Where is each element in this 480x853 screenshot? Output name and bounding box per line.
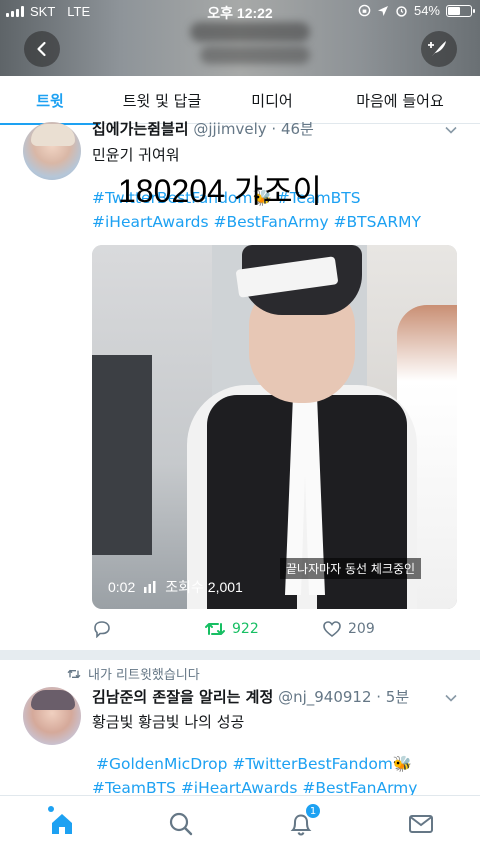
mail-icon [409, 815, 433, 833]
bottom-navigation: 1 [0, 795, 480, 853]
video-info: 0:02 조회수 2,001 [108, 577, 243, 597]
tab-tweets-and-replies[interactable]: 트윗 및 답글 [100, 76, 224, 124]
tab-likes[interactable]: 마음에 들어요 [320, 76, 480, 124]
retweet-context: 내가 리트윗했습니다 [66, 664, 200, 683]
nav-notifications[interactable]: 1 [287, 803, 321, 838]
chevron-down-icon[interactable] [444, 691, 458, 705]
compose-tweet-button[interactable] [421, 31, 457, 67]
location-arrow-icon [377, 5, 388, 16]
chevron-down-icon[interactable] [444, 123, 458, 137]
chevron-left-icon [37, 41, 46, 57]
tweet-author-line: 김남준의 존잘을 알리는 계정 @nj_940912 · 5분 [92, 686, 409, 707]
like-button[interactable]: 209 [322, 620, 375, 638]
video-background [92, 355, 152, 555]
hashtag-line[interactable]: #GoldenMicDrop #TwitterBestFandom🐝 [92, 752, 417, 776]
tweet-author-line: 집에가는쥠블리 @jjimvely · 46분 [92, 118, 314, 139]
like-count: 209 [348, 621, 375, 637]
reply-button[interactable] [92, 620, 112, 638]
tweet-divider [0, 650, 480, 660]
video-duration: 0:02 [108, 579, 136, 595]
handle-timestamp: @nj_940912 · 5분 [278, 688, 410, 706]
profile-header-banner: SKT LTE 오후 12:22 54% [0, 0, 480, 76]
retweet-button[interactable]: 922 [204, 620, 259, 638]
avatar[interactable] [23, 687, 81, 745]
new-content-dot [48, 806, 54, 812]
hashtag-line[interactable]: #iHeartAwards #BestFanArmy #BTSARMY [92, 210, 421, 234]
retweeted-label: 내가 리트윗했습니다 [88, 668, 200, 683]
battery-percent: 54% [413, 3, 440, 18]
tab-tweets[interactable]: 트윗 [0, 76, 100, 125]
video-subtitle: 끝나자마자 동선 체크중인 [280, 558, 422, 579]
tweet-text: 민윤기 귀여워 [92, 146, 180, 164]
status-right: 54% [358, 3, 475, 18]
display-name[interactable]: 집에가는쥠블리 [92, 120, 189, 138]
nav-messages[interactable] [407, 810, 435, 838]
profile-tabs: 트윗 트윗 및 답글 미디어 마음에 들어요 [0, 76, 480, 125]
tweet-actions: 922 209 [92, 620, 457, 644]
nav-search[interactable] [167, 810, 195, 838]
video-person [187, 245, 417, 609]
video-player[interactable]: 끝나자마자 동선 체크중인 0:02 조회수 2,001 [92, 245, 457, 609]
nav-home[interactable] [48, 806, 76, 838]
tab-label: 트윗 및 답글 [122, 91, 202, 110]
status-bar: SKT LTE 오후 12:22 54% [0, 0, 480, 24]
search-icon [169, 812, 193, 836]
video-views: 조회수 2,001 [165, 579, 243, 595]
avatar[interactable] [23, 122, 81, 180]
heart-icon [323, 621, 341, 638]
tab-label: 트윗 [36, 91, 64, 110]
hashtags[interactable]: #GoldenMicDrop #TwitterBestFandom🐝 #Team… [92, 752, 417, 800]
retweet-icon [205, 623, 225, 635]
alarm-icon [396, 6, 407, 17]
reply-icon [94, 621, 110, 638]
battery-icon [446, 4, 475, 17]
rotation-lock-icon [358, 4, 371, 17]
bar-chart-icon [144, 581, 156, 593]
home-icon [52, 814, 72, 834]
retweet-icon [67, 669, 81, 678]
tab-media[interactable]: 미디어 [224, 76, 320, 124]
tab-label: 마음에 들어요 [356, 91, 444, 110]
display-name[interactable]: 김남준의 존잘을 알리는 계정 [92, 688, 273, 706]
tab-label: 미디어 [251, 91, 293, 110]
overlay-caption: 180204 가조이 [118, 173, 322, 209]
blurred-text [200, 46, 310, 64]
handle-timestamp: @jjimvely · 46분 [193, 120, 314, 138]
back-button[interactable] [24, 31, 60, 67]
retweet-count: 922 [232, 621, 259, 637]
notification-badge: 1 [305, 803, 321, 819]
tweet-text: 황금빛 황금빛 나의 성공 [92, 713, 245, 731]
blurred-text [190, 22, 310, 42]
compose-quill-icon [428, 41, 446, 56]
